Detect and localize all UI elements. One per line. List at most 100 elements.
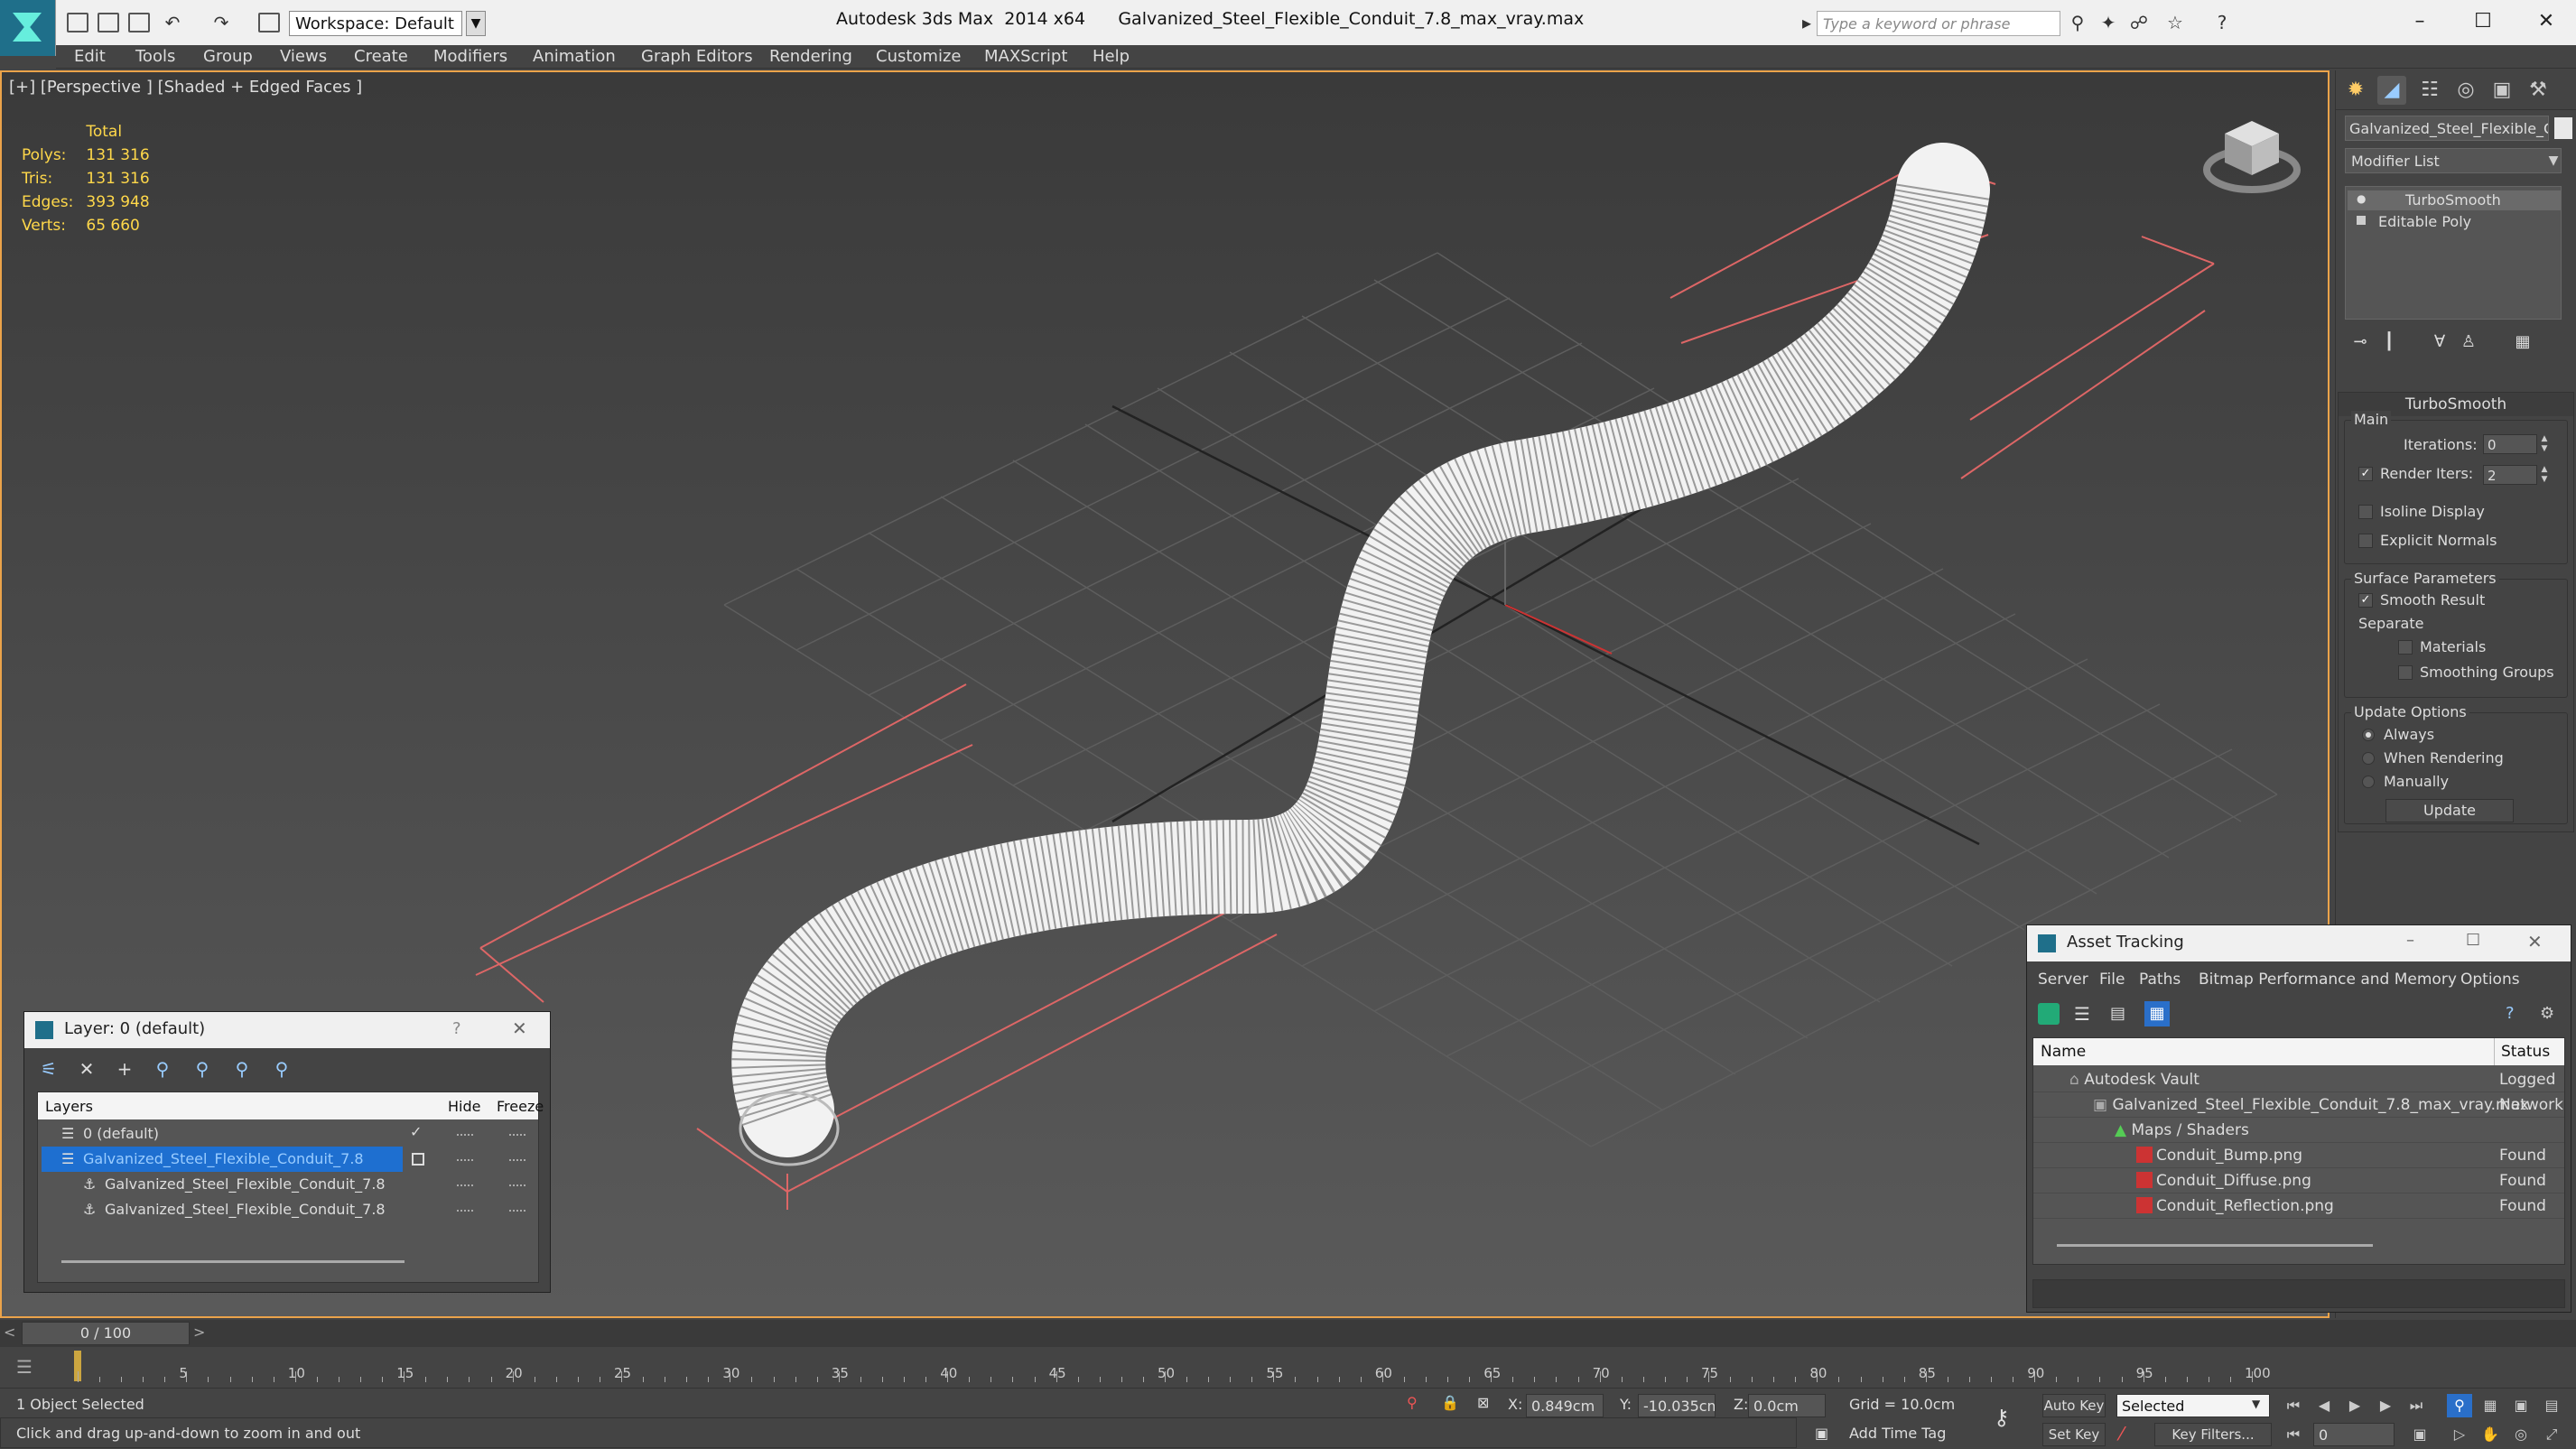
highlight-layer-icon[interactable]: ⚲ — [191, 1057, 214, 1081]
menu-bitmap-performance[interactable]: Bitmap Performance and Memory — [2199, 971, 2457, 989]
modifier-list-dropdown[interactable]: Modifier List — [2345, 148, 2562, 173]
explicit-normals-checkbox[interactable] — [2358, 534, 2373, 548]
lock-selection-icon[interactable]: 🔒 — [1441, 1394, 1459, 1411]
close-icon[interactable]: ✕ — [2527, 931, 2543, 952]
curve-editor-icon[interactable]: ☰ — [16, 1356, 33, 1378]
y-coordinate-field[interactable]: -10.035cm — [1638, 1394, 1716, 1417]
menu-edit[interactable]: Edit — [74, 47, 106, 66]
horizontal-scrollbar[interactable] — [2057, 1244, 2373, 1247]
menu-customize[interactable]: Customize — [876, 47, 961, 66]
save-file-icon[interactable] — [128, 13, 150, 33]
help-button[interactable]: ? — [452, 1019, 461, 1038]
help-icon[interactable]: ? — [2506, 1003, 2527, 1025]
isoline-display-checkbox[interactable] — [2358, 505, 2373, 519]
render-iters-spinner[interactable]: 2 — [2483, 465, 2537, 485]
redo-icon[interactable]: ↷ — [211, 13, 231, 33]
zoom-icon[interactable]: ⚲ — [2447, 1394, 2472, 1417]
smoothing-groups-checkbox[interactable] — [2398, 665, 2413, 680]
delete-layer-icon[interactable]: ✕ — [75, 1057, 98, 1081]
menu-animation[interactable]: Animation — [533, 47, 616, 66]
smooth-result-checkbox[interactable]: ✓ — [2358, 593, 2373, 608]
object-name-field[interactable]: Galvanized_Steel_Flexible_Cc — [2345, 116, 2549, 141]
show-end-result-icon[interactable]: ┃ — [2377, 330, 2401, 354]
search-input[interactable]: Type a keyword or phrase — [1817, 11, 2060, 36]
asset-row[interactable]: Conduit_Diffuse.png Found — [2033, 1168, 2564, 1194]
menu-rendering[interactable]: Rendering — [769, 47, 852, 66]
conduit-mesh[interactable] — [731, 143, 1990, 1157]
update-button[interactable]: Update — [2385, 799, 2514, 822]
layer-row[interactable]: ☰ Galvanized_Steel_Flexible_Conduit_7.8 — [38, 1147, 538, 1172]
key-selection-dropdown[interactable]: Selected — [2116, 1394, 2270, 1417]
time-tag-icon[interactable]: ▣ — [1815, 1425, 1828, 1442]
go-to-start-icon[interactable]: ⏮ — [2281, 1394, 2306, 1417]
tree-view-icon[interactable]: ▤ — [2110, 1003, 2132, 1025]
minimize-button[interactable]: – — [2393, 4, 2447, 40]
stack-item-turbosmooth[interactable]: ● TurboSmooth — [2348, 190, 2561, 210]
asset-row[interactable]: Conduit_Reflection.png Found — [2033, 1194, 2564, 1219]
close-icon[interactable]: ✕ — [512, 1017, 527, 1039]
menu-server[interactable]: Server — [2038, 971, 2088, 989]
spinner-arrows-icon[interactable]: ▲ ▼ — [2539, 434, 2550, 454]
asset-row[interactable]: ▲ Maps / Shaders — [2033, 1118, 2564, 1143]
refresh-icon[interactable] — [2038, 1003, 2060, 1025]
expand-icon[interactable] — [2357, 216, 2366, 225]
layer-row[interactable]: ⚓ Galvanized_Steel_Flexible_Conduit_7.8 — [38, 1197, 538, 1222]
current-frame-field[interactable]: 0 — [2313, 1423, 2395, 1446]
menu-graph-editors[interactable]: Graph Editors — [641, 47, 753, 66]
set-key-button[interactable]: Set Key — [2042, 1423, 2106, 1446]
previous-key-icon[interactable]: ◀ — [2311, 1394, 2337, 1417]
default-in-out-tangents-key-icon[interactable]: ⚷ — [1994, 1405, 2010, 1430]
asset-row[interactable]: Conduit_Bump.png Found — [2033, 1143, 2564, 1168]
list-view-icon[interactable]: ☰ — [2074, 1003, 2096, 1025]
hide-toggle[interactable] — [457, 1184, 473, 1186]
track-bar[interactable]: ☰ 5 10 15 20 25 30 35 40 45 50 55 60 65 70 75 80 85 90 95 1… — [0, 1347, 2576, 1389]
z-coordinate-field[interactable]: 0.0cm — [1748, 1394, 1826, 1417]
always-radio[interactable] — [2362, 729, 2375, 741]
menu-modifiers[interactable]: Modifiers — [433, 47, 507, 66]
hide-column-header[interactable]: Hide — [448, 1098, 480, 1115]
layers-column-header[interactable]: Layers — [45, 1098, 93, 1115]
name-column-header[interactable]: Name — [2041, 1043, 2086, 1061]
hide-all-icon[interactable]: ⚲ — [230, 1057, 254, 1081]
x-coordinate-field[interactable]: 0.849cm — [1526, 1394, 1604, 1417]
manually-radio[interactable] — [2362, 776, 2375, 788]
chevron-down-icon[interactable]: ▼ — [2543, 150, 2563, 172]
object-color-swatch[interactable] — [2554, 117, 2572, 139]
workspace-chevron-down-icon[interactable]: ▼ — [466, 11, 486, 36]
hide-toggle[interactable] — [457, 1159, 473, 1161]
project-folder-icon[interactable] — [258, 13, 280, 33]
asset-row[interactable]: ▣ Galvanized_Steel_Flexible_Conduit_7.8_… — [2033, 1092, 2564, 1118]
hide-toggle[interactable] — [457, 1210, 473, 1212]
workspace-dropdown[interactable]: Workspace: Default — [289, 11, 462, 36]
modify-tab-icon[interactable]: ◢ — [2377, 76, 2406, 105]
horizontal-scrollbar[interactable] — [61, 1260, 405, 1263]
maximize-viewport-icon[interactable]: ⤢ — [2539, 1423, 2564, 1446]
close-button[interactable]: ✕ — [2519, 4, 2573, 40]
binoculars-icon[interactable]: ⚲ — [2068, 13, 2088, 33]
communication-icon[interactable]: ☍ — [2129, 13, 2149, 33]
search-arrow-icon[interactable]: ▸ — [1797, 13, 1817, 33]
isolate-icon[interactable]: ⚲ — [1407, 1394, 1418, 1411]
when-rendering-radio[interactable] — [2362, 752, 2375, 765]
time-slider[interactable]: < 0 / 100 > — [0, 1320, 2576, 1347]
display-tab-icon[interactable]: ▣ — [2488, 76, 2516, 105]
go-to-end-icon[interactable]: ⏭ — [2404, 1394, 2429, 1417]
open-file-icon[interactable] — [98, 13, 119, 33]
configure-sets-icon[interactable]: ▦ — [2511, 330, 2534, 354]
menu-file[interactable]: File — [2099, 971, 2125, 989]
field-of-view-icon[interactable]: ▷ — [2447, 1423, 2472, 1446]
pan-icon[interactable]: ✋ — [2478, 1423, 2503, 1446]
key-mode-icon[interactable]: ⏮ — [2281, 1423, 2306, 1446]
set-key-icon[interactable]: ⁄ — [2120, 1423, 2123, 1444]
pin-stack-icon[interactable]: ⊸ — [2348, 330, 2372, 354]
maximize-button[interactable]: ☐ — [2456, 4, 2510, 40]
table-view-icon[interactable]: ▦ — [2144, 1001, 2170, 1026]
menu-tools[interactable]: Tools — [135, 47, 175, 66]
absolute-mode-icon[interactable]: ⊠ — [1477, 1394, 1489, 1411]
asset-path-field[interactable] — [2032, 1279, 2565, 1308]
stack-item-editable-poly[interactable]: Editable Poly — [2348, 212, 2561, 232]
select-objects-icon[interactable]: ⚲ — [151, 1057, 174, 1081]
menu-group[interactable]: Group — [203, 47, 253, 66]
application-button[interactable] — [0, 0, 56, 56]
lightbulb-icon[interactable]: ● — [2357, 192, 2366, 205]
